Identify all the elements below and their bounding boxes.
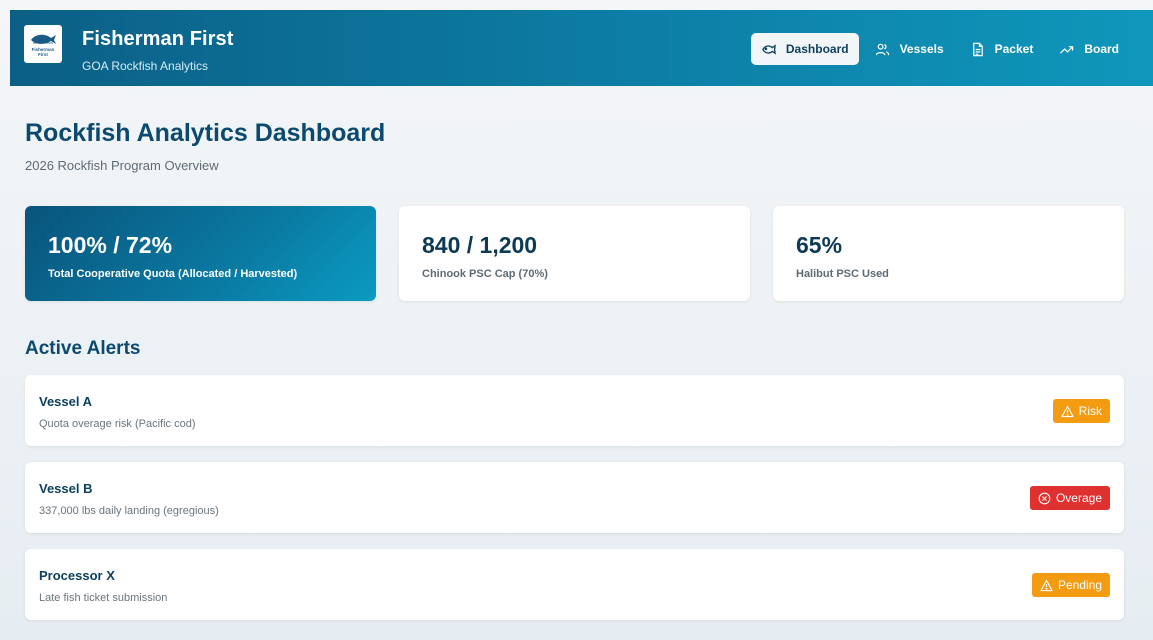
alert-description: Late fish ticket submission (39, 592, 168, 604)
stat-card-chinook-psc[interactable]: 840 / 1,200 Chinook PSC Cap (70%) (399, 206, 750, 301)
nav-packet[interactable]: Packet (960, 33, 1044, 65)
warning-icon (1040, 579, 1053, 591)
alert-name: Processor X (39, 568, 115, 583)
app-header: Fisherman First Fisherman First GOA Rock… (10, 10, 1153, 86)
fisherman-first-logo[interactable]: Fisherman First (24, 25, 62, 63)
stat-card-halibut-psc[interactable]: 65% Halibut PSC Used (773, 206, 1124, 301)
nav-board-label: Board (1084, 42, 1119, 56)
trending-up-icon (1060, 45, 1074, 54)
nav-packet-label: Packet (994, 42, 1034, 56)
alert-description: 337,000 lbs daily landing (egregious) (39, 505, 219, 517)
risk-badge[interactable]: Risk (1052, 399, 1110, 423)
active-alerts-title: Active Alerts (25, 338, 141, 359)
alert-name: Vessel A (39, 394, 93, 409)
logo-text-line2: First (38, 52, 48, 57)
alert-item-vessel-b[interactable]: Vessel B 337,000 lbs daily landing (egre… (25, 462, 1124, 533)
fish-icon (762, 43, 776, 55)
overage-badge[interactable]: Overage (1029, 486, 1110, 510)
stat-label: Halibut PSC Used (796, 268, 889, 280)
nav-vessels[interactable]: Vessels (865, 33, 954, 65)
document-icon (972, 42, 983, 56)
alert-description: Quota overage risk (Pacific cod) (39, 418, 196, 430)
alert-item-vessel-a[interactable]: Vessel A Quota overage risk (Pacific cod… (25, 375, 1124, 446)
x-circle-icon (1038, 492, 1051, 504)
nav-board[interactable]: Board (1049, 33, 1129, 65)
warning-icon (1061, 405, 1074, 417)
stat-label: Total Cooperative Quota (Allocated / Har… (48, 268, 298, 280)
nav-dashboard-label: Dashboard (785, 42, 849, 56)
nav-dashboard[interactable]: Dashboard (750, 33, 859, 65)
main-nav: Dashboard Vessels Packet Board (750, 33, 1129, 65)
page-title: Rockfish Analytics Dashboard (25, 119, 386, 147)
stat-card-cooperative-quota[interactable]: 100% / 72% Total Cooperative Quota (Allo… (25, 206, 376, 301)
stat-value: 840 / 1,200 (422, 232, 538, 258)
alert-item-processor-x[interactable]: Processor X Late fish ticket submission … (25, 549, 1124, 620)
nav-vessels-label: Vessels (899, 42, 944, 56)
stat-value: 65% (796, 232, 843, 258)
app-title: Fisherman First (82, 28, 234, 50)
stat-value: 100% / 72% (48, 232, 173, 258)
badge-label: Pending (1057, 578, 1102, 592)
badge-label: Risk (1078, 404, 1102, 418)
page-subtitle: 2026 Rockfish Program Overview (25, 158, 219, 173)
badge-label: Overage (1055, 491, 1102, 505)
fish-logo-icon (31, 34, 56, 44)
alert-name: Vessel B (39, 481, 93, 496)
app-subtitle: GOA Rockfish Analytics (82, 59, 209, 73)
pending-badge[interactable]: Pending (1031, 573, 1110, 597)
users-icon (875, 43, 889, 55)
stat-label: Chinook PSC Cap (70%) (422, 268, 548, 280)
